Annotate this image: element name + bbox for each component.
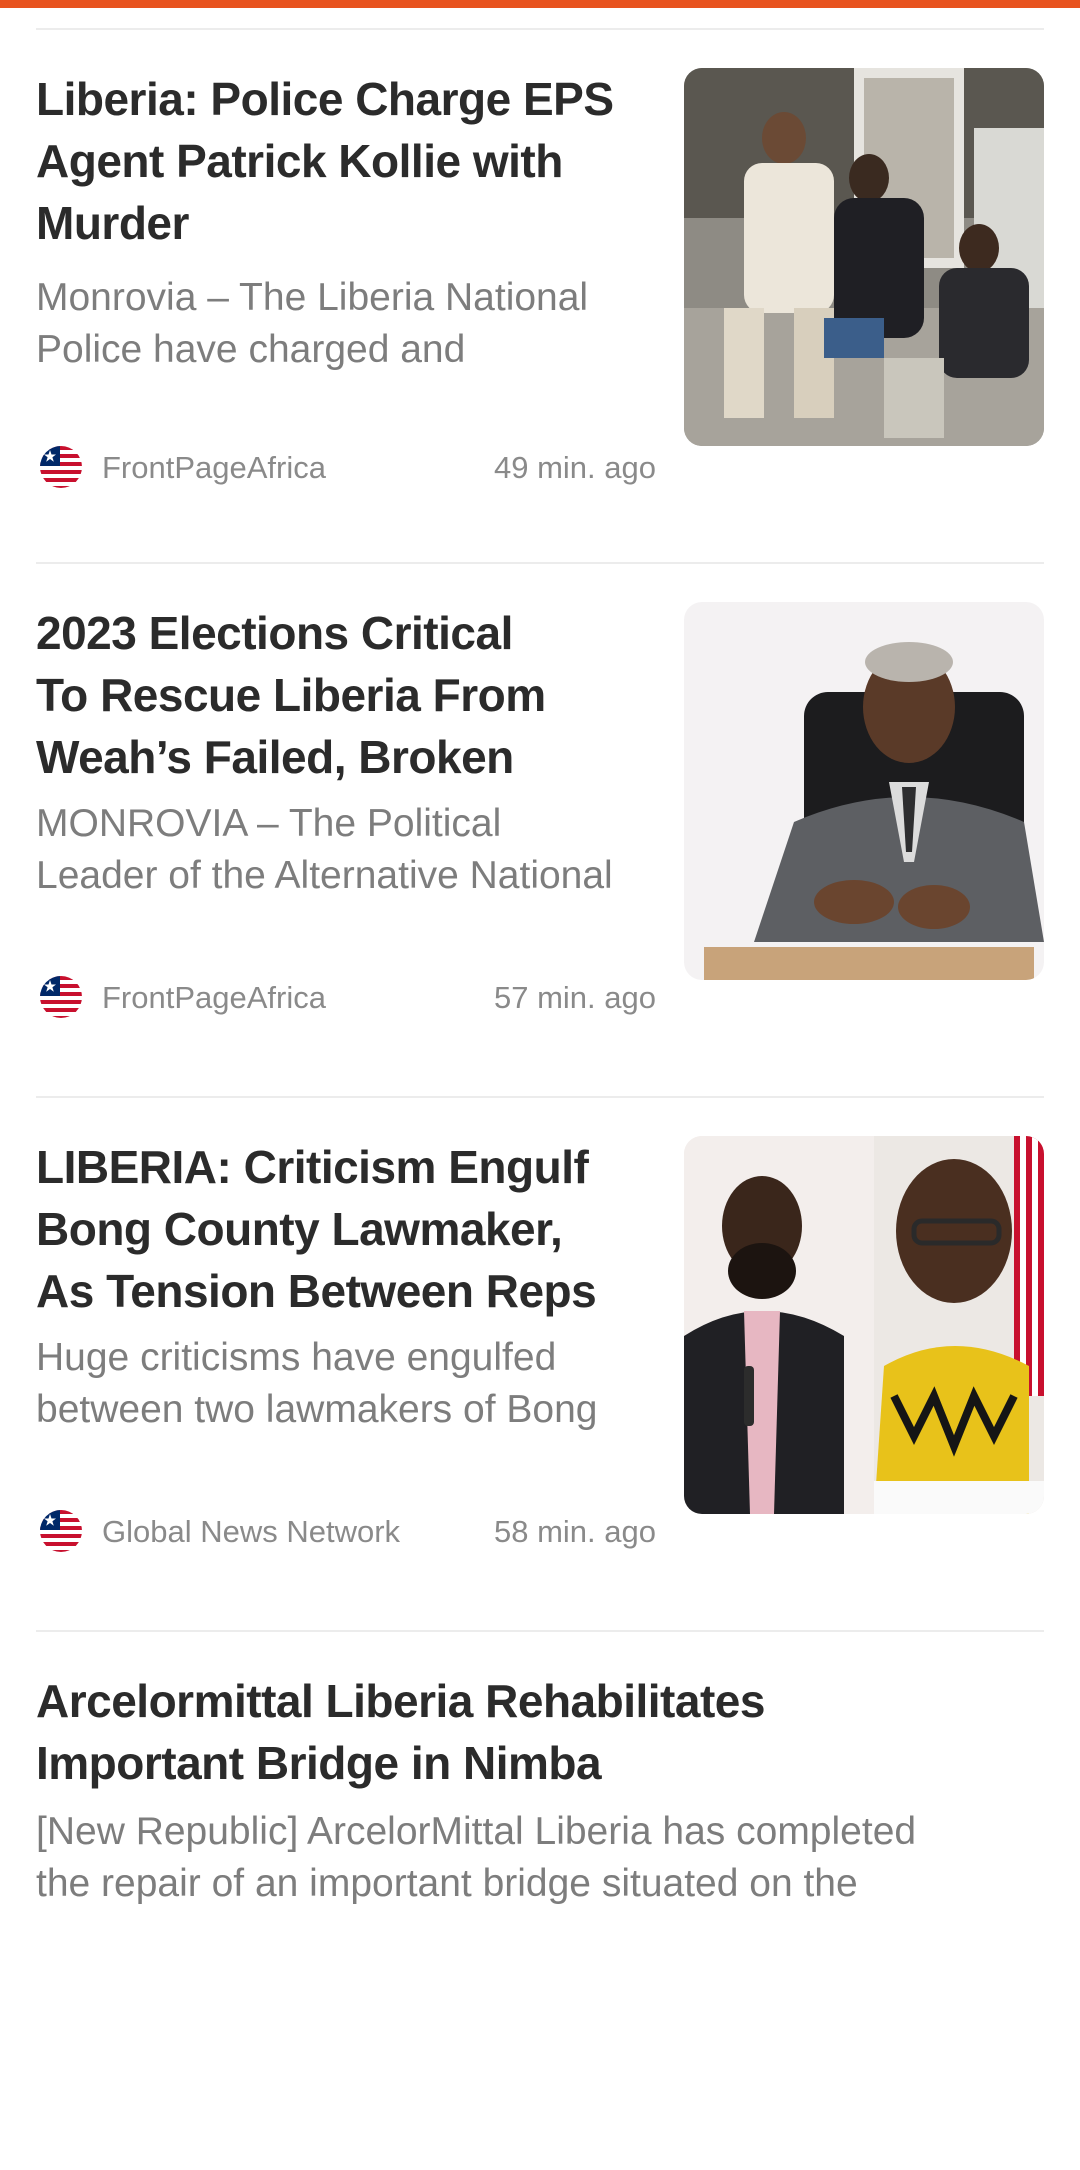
headline-line: To Rescue Liberia From [36, 669, 546, 721]
snippet-line: Leader of the Alternative National [36, 854, 613, 897]
headline-line: Important Bridge in Nimba [36, 1737, 602, 1789]
article-thumbnail[interactable] [684, 1136, 1044, 1514]
news-card[interactable]: Liberia: Police Charge EPS Agent Patrick… [36, 68, 1044, 568]
news-card[interactable]: Arcelormittal Liberia Rehabilitates Impo… [36, 1670, 1044, 2170]
headline-line: Arcelormittal Liberia Rehabilitates [36, 1675, 765, 1727]
article-thumbnail[interactable] [684, 68, 1044, 446]
article-headline[interactable]: LIBERIA: Criticism Engulf Bong County La… [36, 1136, 656, 1322]
article-snippet: Huge criticisms have engulfed between tw… [36, 1332, 666, 1436]
snippet-line: Monrovia – The Liberia National [36, 276, 589, 319]
article-source: FrontPageAfrica [102, 450, 326, 485]
article-meta: FrontPageAfrica 57 min. ago [36, 972, 656, 1022]
article-snippet: Monrovia – The Liberia National Police h… [36, 272, 666, 376]
photo-police-escorting-suspect [684, 68, 1044, 446]
article-headline[interactable]: Liberia: Police Charge EPS Agent Patrick… [36, 68, 656, 254]
headline-line: Murder [36, 197, 189, 249]
article-source: FrontPageAfrica [102, 980, 326, 1015]
liberia-flag-icon [40, 1510, 82, 1552]
divider [36, 28, 1044, 30]
article-timestamp: 58 min. ago [494, 1514, 656, 1549]
snippet-line: MONROVIA – The Political [36, 802, 502, 845]
divider [36, 562, 1044, 564]
headline-line: LIBERIA: Criticism Engulf [36, 1141, 589, 1193]
article-source: Global News Network [102, 1514, 401, 1549]
headline-line: Weah’s Failed, Broken [36, 731, 514, 783]
article-snippet: MONROVIA – The Political Leader of the A… [36, 798, 666, 902]
snippet-line: Police have charged and [36, 328, 466, 371]
snippet-line: Huge criticisms have engulfed [36, 1336, 557, 1379]
article-timestamp: 57 min. ago [494, 980, 656, 1015]
news-card[interactable]: LIBERIA: Criticism Engulf Bong County La… [36, 1136, 1044, 1636]
article-snippet: [New Republic] ArcelorMittal Liberia has… [36, 1806, 1044, 1910]
headline-line: Liberia: Police Charge EPS [36, 73, 614, 125]
photo-politician-seated-speaking [684, 602, 1044, 980]
article-headline[interactable]: 2023 Elections Critical To Rescue Liberi… [36, 602, 656, 788]
snippet-line: the repair of an important bridge situat… [36, 1862, 858, 1905]
news-feed[interactable]: Liberia: Police Charge EPS Agent Patrick… [0, 0, 1080, 1920]
article-timestamp: 49 min. ago [494, 450, 656, 485]
article-headline[interactable]: Arcelormittal Liberia Rehabilitates Impo… [36, 1670, 1044, 1794]
liberia-flag-icon [40, 976, 82, 1018]
headline-line: Bong County Lawmaker, [36, 1203, 563, 1255]
article-thumbnail[interactable] [684, 602, 1044, 980]
article-meta: FrontPageAfrica 49 min. ago [36, 442, 656, 492]
article-meta: Global News Network 58 min. ago [36, 1506, 656, 1556]
headline-line: Agent Patrick Kollie with [36, 135, 563, 187]
divider [36, 1630, 1044, 1632]
headline-line: 2023 Elections Critical [36, 607, 513, 659]
news-card[interactable]: 2023 Elections Critical To Rescue Liberi… [36, 602, 1044, 1102]
snippet-line: between two lawmakers of Bong [36, 1388, 598, 1431]
headline-line: As Tension Between Reps [36, 1265, 597, 1317]
liberia-flag-icon [40, 446, 82, 488]
divider [36, 1096, 1044, 1098]
snippet-line: [New Republic] ArcelorMittal Liberia has… [36, 1810, 917, 1853]
photo-two-lawmakers [684, 1136, 1044, 1514]
